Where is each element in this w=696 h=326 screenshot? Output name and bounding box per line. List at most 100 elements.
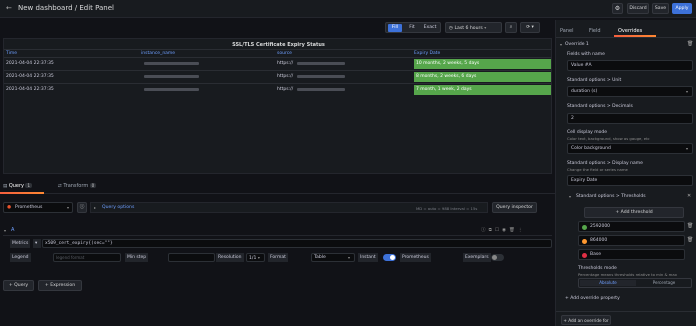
- tab-query[interactable]: ▤ Query 1: [3, 183, 33, 189]
- thresholds-mode-label: Thresholds mode: [578, 266, 617, 271]
- info-icon[interactable]: ⓘ: [77, 202, 87, 213]
- format-select[interactable]: Table ▾: [311, 253, 355, 262]
- mode-percentage[interactable]: Percentage: [636, 280, 692, 286]
- resolution-select[interactable]: 1/1 ▾: [246, 253, 265, 262]
- column-header-source[interactable]: source: [277, 51, 292, 56]
- min-step-input[interactable]: [168, 253, 215, 262]
- divider: [556, 311, 696, 312]
- tab-transform[interactable]: ⇄ Transform 0: [58, 183, 97, 189]
- query-row-header: ▾ A ⓘ⧉☐◉🗑⋮: [3, 226, 552, 236]
- column-header-time[interactable]: Time: [6, 51, 17, 56]
- prometheus-icon: ●: [7, 205, 12, 210]
- query-bar: ● Prometheus ▾ ⓘ ▸ Query options MD = au…: [0, 198, 555, 220]
- chevron-down-icon[interactable]: ▾: [560, 42, 562, 47]
- arrow-left-icon[interactable]: ←: [6, 4, 12, 12]
- table-panel: SSL/TLS Certificate Expiry Status Time i…: [3, 38, 552, 174]
- redacted-source: [297, 62, 345, 65]
- unit-select[interactable]: duration (s) ▾: [567, 86, 693, 97]
- fields-with-name-select[interactable]: Value #A: [567, 60, 693, 71]
- cell-time: 2021-04-04 22:37:35: [6, 74, 54, 79]
- time-picker[interactable]: ◷ Last 6 hours ▾: [445, 22, 502, 33]
- display-name-input[interactable]: Expiry Date: [567, 175, 693, 186]
- options-pane: Panel Field Overrides ▾ Override 1 🗑 Fie…: [555, 20, 696, 326]
- add-override-button[interactable]: + Add an override for: [561, 315, 611, 325]
- cell-source: https://: [277, 87, 294, 92]
- redacted-instance: [144, 62, 199, 65]
- thresholds-mode-desc: Percentage means thresholds relative to …: [578, 272, 677, 277]
- chevron-down-icon[interactable]: ▾: [569, 194, 571, 199]
- datasource-name: Prometheus: [15, 205, 43, 210]
- close-icon[interactable]: ✕: [687, 193, 691, 199]
- chevron-down-icon[interactable]: ▾: [4, 228, 6, 233]
- cell-source: https://: [277, 74, 294, 79]
- save-button[interactable]: Save: [652, 3, 669, 14]
- fill-option[interactable]: Fill: [388, 24, 402, 32]
- legend-label: Legend: [10, 253, 31, 262]
- prometheus-label: Prometheus: [400, 253, 431, 262]
- exemplars-toggle[interactable]: [491, 254, 504, 261]
- tab-field[interactable]: Field: [589, 28, 601, 34]
- threshold-color-dot[interactable]: [582, 238, 587, 244]
- mode-absolute[interactable]: Absolute: [580, 280, 636, 286]
- cell-time: 2021-04-04 22:37:35: [6, 87, 54, 92]
- column-header-instance-name[interactable]: instance_name: [141, 51, 175, 56]
- metrics-query-input[interactable]: x509_cert_expiry{(sec=""}: [42, 239, 552, 248]
- query-ref-id[interactable]: A: [11, 227, 14, 233]
- threshold-input[interactable]: 864000: [578, 235, 685, 246]
- resolution-label: Resolution: [216, 253, 244, 262]
- redacted-instance: [144, 75, 199, 78]
- top-bar: ← New dashboard / Edit Panel ⚙ Discard S…: [0, 0, 696, 18]
- exact-option[interactable]: Exact: [421, 24, 439, 32]
- cell-expiry: 8 months, 2 weeks, 6 days: [414, 72, 551, 82]
- active-tab-indicator: [0, 192, 44, 194]
- table-row: 2021-04-04 22:37:35 https:// 7 month, 1 …: [4, 84, 551, 96]
- trash-icon[interactable]: 🗑: [687, 41, 693, 47]
- threshold-color-dot[interactable]: [582, 224, 587, 230]
- instant-toggle[interactable]: [383, 254, 396, 261]
- exemplars-label: Exemplars: [463, 253, 491, 262]
- display-name-label: Standard options > Display name: [567, 161, 643, 166]
- trash-icon[interactable]: 🗑: [687, 237, 693, 243]
- unit-label: Standard options > Unit: [567, 78, 622, 83]
- discard-button[interactable]: Discard: [627, 3, 649, 14]
- legend-input[interactable]: legend format: [53, 253, 121, 262]
- chevron-right-icon: ▸: [94, 205, 97, 210]
- query-row-actions[interactable]: ⓘ⧉☐◉🗑⋮: [481, 227, 525, 233]
- chevron-down-icon: ▾: [686, 146, 689, 151]
- tab-overrides[interactable]: Overrides: [618, 28, 642, 34]
- query-options-bar[interactable]: ▸ Query options MD = auto = 988 Interval…: [90, 202, 488, 213]
- plus-icon: +: [563, 318, 567, 323]
- threshold-color-dot[interactable]: [582, 252, 587, 258]
- clock-icon: ◷: [449, 26, 454, 31]
- query-options-label: Query options: [102, 205, 135, 210]
- override-title: Override 1: [565, 42, 589, 47]
- threshold-base[interactable]: Base: [578, 249, 685, 260]
- refresh-icon[interactable]: ⟳ ▾: [520, 22, 540, 33]
- thresholds-mode-toggle: Absolute Percentage: [578, 278, 692, 288]
- datasource-picker[interactable]: ● Prometheus ▾: [3, 202, 73, 213]
- trash-icon[interactable]: 🗑: [687, 223, 693, 229]
- cell-display-mode-select[interactable]: Color background ▾: [567, 143, 693, 154]
- apply-button[interactable]: Apply: [672, 3, 692, 14]
- chevron-down-icon: ▾: [348, 255, 351, 260]
- column-header-expiry-date[interactable]: Expiry Date: [414, 51, 440, 56]
- threshold-input[interactable]: 2592000: [578, 221, 685, 232]
- divider: [4, 49, 551, 50]
- display-name-desc: Change the field or series name: [567, 167, 628, 172]
- cell-expiry: 7 month, 1 week, 2 days: [414, 85, 551, 95]
- add-override-property-button[interactable]: + Add override property: [565, 296, 620, 301]
- decimals-label: Standard options > Decimals: [567, 104, 633, 109]
- chevron-down-icon[interactable]: ▾: [33, 239, 41, 248]
- add-threshold-button[interactable]: + Add threshold: [584, 207, 684, 218]
- metrics-label: Metrics: [10, 239, 31, 248]
- decimals-input[interactable]: 2: [567, 113, 693, 124]
- query-options-meta: MD = auto = 988 Interval = 15s: [416, 205, 478, 211]
- add-expression-button[interactable]: + Expression: [38, 280, 82, 291]
- fit-option[interactable]: Fit: [405, 24, 419, 32]
- query-inspector-button[interactable]: Query inspector: [492, 202, 537, 213]
- tab-panel[interactable]: Panel: [560, 28, 574, 34]
- gear-icon[interactable]: ⚙: [612, 3, 623, 14]
- format-label: Format: [268, 253, 288, 262]
- add-query-button[interactable]: + Query: [3, 280, 34, 291]
- zoom-out-icon[interactable]: ⌕: [505, 22, 517, 33]
